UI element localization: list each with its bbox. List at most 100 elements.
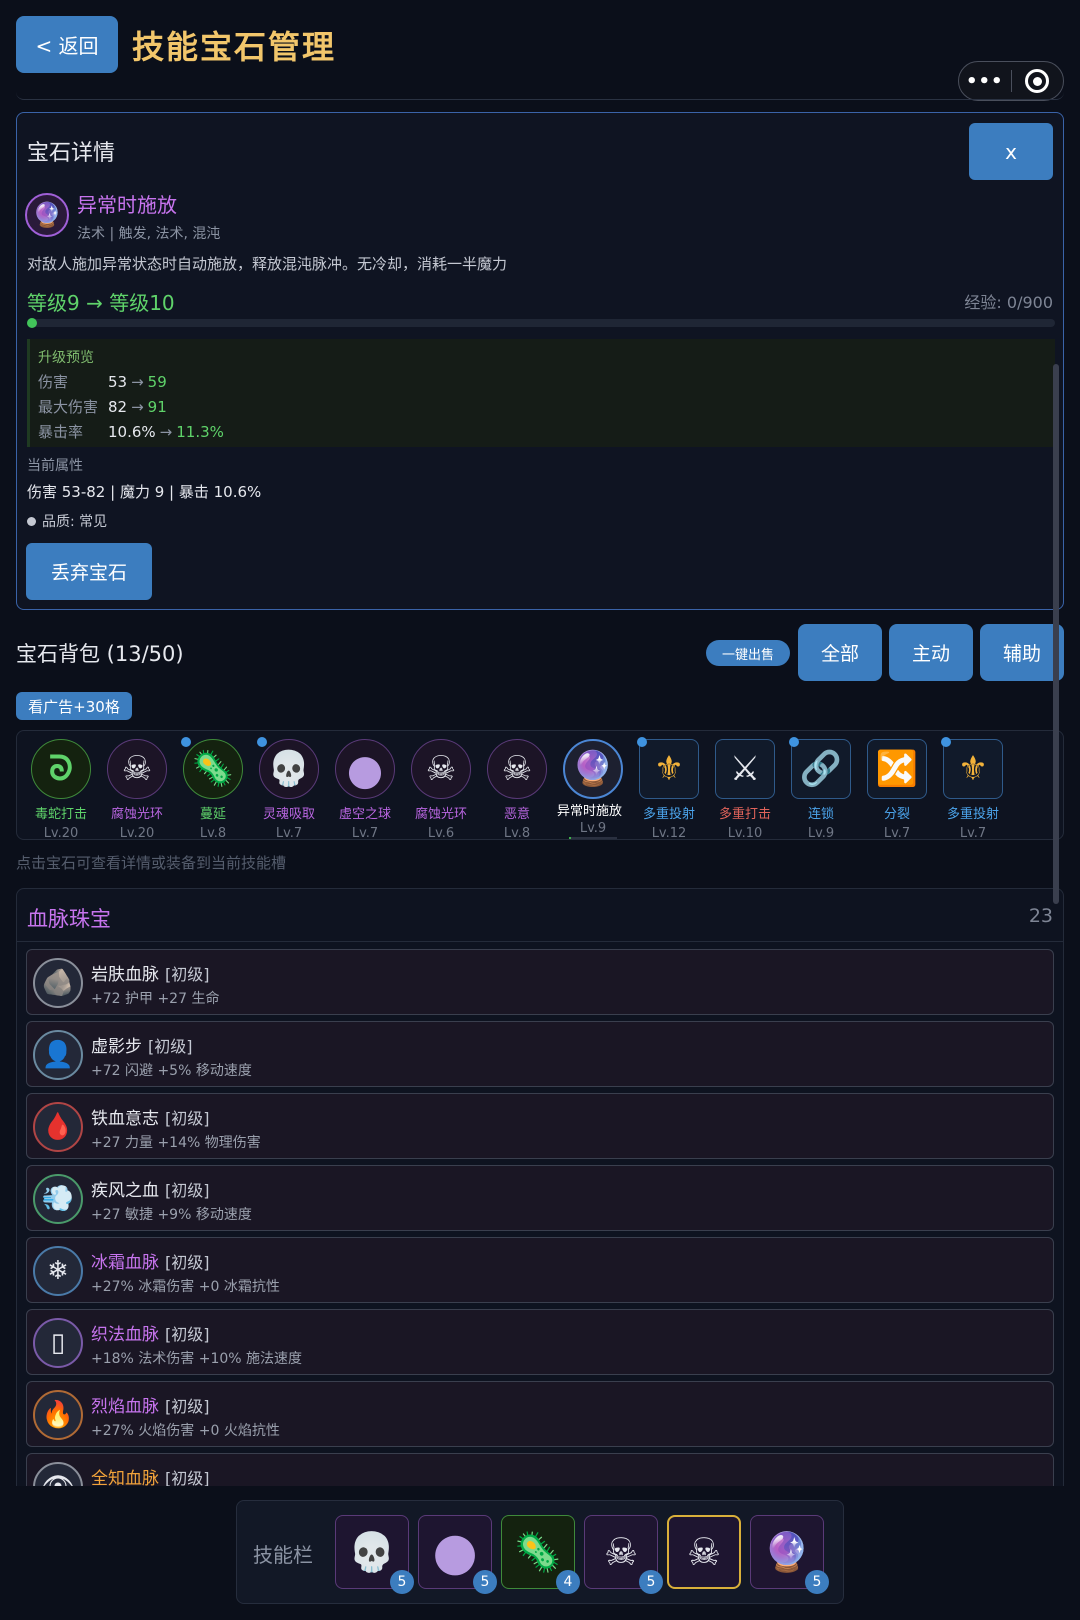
slot-count-badge: 5 [639, 1570, 663, 1594]
preview-row: 最大伤害 82 → 91 [38, 398, 167, 416]
skull-crossbones-icon: ☠ [411, 739, 471, 799]
skull-crossbones-icon: ☠ [487, 739, 547, 799]
bloodline-section: 血脉珠宝 23 🪨 岩肤血脉 [初级] +72 护甲 +27 生命 👤 虚影步 [初级] +7… [16, 888, 1064, 1488]
back-button[interactable]: < 返回 [16, 16, 118, 73]
bag-gem[interactable]: ☠ 腐蚀光环 Lv.6 [409, 739, 473, 839]
purple-orb-icon: ● [432, 1522, 478, 1582]
fleur-icon: ⚜ [943, 739, 1003, 799]
fire-icon: 🔥 [33, 1390, 83, 1440]
quality: 品质: 常见 [27, 511, 107, 531]
skill-slot[interactable]: 🦠 4 [501, 1515, 580, 1594]
bag-gem[interactable]: 🔀 分裂 Lv.7 [865, 739, 929, 839]
bag-title: 宝石背包 (13/50) [16, 642, 184, 666]
gem-bag-grid[interactable]: ᘐ 毒蛇打击 Lv.20 ☠ 腐蚀光环 Lv.20 🦠 蔓延 Lv.8 💀 灵魂吸取 Lv.7 ● 虚空之… [16, 730, 1064, 840]
skill-slot[interactable]: ☠ 5 [584, 1515, 663, 1594]
microbe-icon: 🦠 [183, 739, 243, 799]
preview-title: 升级预览 [38, 350, 94, 366]
gem-level-label: Lv.20 [119, 826, 155, 840]
gem-detail-panel: 宝石详情 x 🔮 异常时施放 法术 | 触发, 法术, 混沌 对敌人施加异常状态… [16, 112, 1064, 610]
bloodline-stats: +18% 法术伤害 +10% 施法速度 [91, 1351, 303, 1367]
bag-gem[interactable]: ⚜ 多重投射 Lv.12 [637, 737, 701, 840]
detail-title: 宝石详情 [27, 141, 116, 166]
gem-level-label: Lv.20 [43, 826, 79, 840]
bag-gem[interactable]: ⚔ 多重打击 Lv.10 [713, 739, 777, 839]
filter-support-button[interactable]: 辅助 [980, 624, 1064, 681]
bag-gem[interactable]: ● 虚空之球 Lv.7 [333, 739, 397, 839]
gem-tags: 法术 | 触发, 法术, 混沌 [77, 226, 221, 242]
skull-crossbones-icon: ☠ [603, 1530, 639, 1574]
close-button[interactable]: x [969, 123, 1053, 180]
skill-bar: 技能栏 💀 5 ● 5 🦠 4 ☠ 5 ☠ 🔮 5 [236, 1500, 844, 1604]
bag-gem[interactable]: 🔗 连锁 Lv.9 [789, 737, 853, 839]
exp-progress-bar [27, 318, 1055, 328]
skull-icon: 💀 [348, 1529, 396, 1574]
snowflake-icon: ❄ [33, 1246, 83, 1296]
bag-gem[interactable]: ☠ 腐蚀光环 Lv.20 [105, 739, 169, 840]
bag-hint: 点击宝石可查看详情或装备到当前技能槽 [16, 854, 287, 872]
filter-all-button[interactable]: 全部 [798, 624, 882, 681]
skill-slot[interactable]: ● 5 [418, 1515, 497, 1594]
gem-level-label: Lv.12 [651, 826, 687, 840]
gem-name-label: 腐蚀光环 [414, 807, 467, 822]
bloodline-name: 全知血脉 [初级] [91, 1469, 210, 1488]
gem-level-label: Lv.7 [275, 826, 303, 840]
gem-name-label: 虚空之球 [338, 807, 391, 822]
bag-gem[interactable]: ☠ 恶意 Lv.8 [485, 739, 549, 839]
skull-crossbones-icon: ☠ [107, 739, 167, 799]
bloodline-item[interactable]: ❄ 冰霜血脉 [初级] +27% 冰霜伤害 +0 冰霜抗性 [26, 1237, 1054, 1303]
gem-name: 异常时施放 [77, 193, 177, 217]
discard-gem-button[interactable]: 丢弃宝石 [26, 543, 152, 600]
🐍: ᘐ [31, 739, 91, 799]
bloodline-stats: +27% 冰霜伤害 +0 冰霜抗性 [91, 1279, 280, 1295]
bloodline-item[interactable]: 💨 疾风之血 [初级] +27 敏捷 +9% 移动速度 [26, 1165, 1054, 1231]
more-menu-icon[interactable]: ••• [959, 71, 1011, 92]
gem-name-label: 灵魂吸取 [262, 807, 315, 822]
skull-icon: 💀 [259, 739, 319, 799]
bloodline-item[interactable]: 🔥 烈焰血脉 [初级] +27% 火焰伤害 +0 火焰抗性 [26, 1381, 1054, 1447]
skill-slot[interactable]: 💀 5 [335, 1515, 414, 1594]
preview-row: 伤害 53 → 59 [38, 373, 167, 391]
gem-name-label: 多重投射 [642, 807, 695, 822]
gem-name-label: 连锁 [807, 807, 834, 822]
current-attrs-title: 当前属性 [27, 458, 83, 474]
gem-level-label: Lv.7 [959, 826, 987, 840]
exp-text: 经验: 0/900 [964, 293, 1053, 312]
skill-slot[interactable]: ☠ [667, 1515, 741, 1589]
bag-gem[interactable]: 🦠 蔓延 Lv.8 [181, 737, 245, 840]
gem-level-label: Lv.9 [579, 821, 607, 836]
exp-progress-fill [27, 318, 37, 328]
bloodline-item[interactable]: 🪨 岩肤血脉 [初级] +72 护甲 +27 生命 [26, 949, 1054, 1015]
bloodline-item[interactable]: 👁 全知血脉 [初级] [26, 1453, 1054, 1488]
sell-all-button[interactable]: 一键出售 [706, 640, 790, 666]
slot-count-badge: 5 [390, 1570, 414, 1594]
bag-gem[interactable]: 💀 灵魂吸取 Lv.7 [257, 737, 321, 840]
crossed-swords-icon: ⚔ [715, 739, 775, 799]
bloodline-stats: +27 力量 +14% 物理伤害 [91, 1135, 261, 1151]
crystal-ball-icon: 🔮 [563, 739, 623, 799]
gem-name-label: 异常时施放 [557, 804, 623, 819]
watch-ad-button[interactable]: 看广告+30格 [16, 692, 132, 720]
scrollbar[interactable] [1053, 364, 1059, 904]
gem-level-label: Lv.8 [199, 826, 227, 840]
gem-name-label: 分裂 [883, 807, 910, 822]
top-divider [16, 90, 1064, 100]
bag-gem[interactable]: ⚜ 多重投射 Lv.7 [941, 737, 1005, 840]
gem-name-label: 毒蛇打击 [34, 807, 87, 822]
gem-name-label: 腐蚀光环 [110, 807, 163, 822]
rock-icon: 🪨 [33, 958, 83, 1008]
gem-name-label: 多重投射 [946, 807, 999, 822]
filter-active-button[interactable]: 主动 [889, 624, 973, 681]
page-title: 技能宝石管理 [132, 28, 337, 66]
bloodline-item[interactable]: ▯ 织法血脉 [初级] +18% 法术伤害 +10% 施法速度 [26, 1309, 1054, 1375]
bloodline-stats: +27 敏捷 +9% 移动速度 [91, 1207, 252, 1223]
bloodline-item[interactable]: 🩸 铁血意志 [初级] +27 力量 +14% 物理伤害 [26, 1093, 1054, 1159]
bloodline-item[interactable]: 👤 虚影步 [初级] +72 闪避 +5% 移动速度 [26, 1021, 1054, 1087]
bloodline-title: 血脉珠宝 [27, 907, 111, 931]
quality-dot-icon [27, 516, 36, 526]
gem-exp-fill [569, 837, 572, 839]
bag-gem[interactable]: 🔮 异常时施放 Lv.9 [557, 739, 625, 839]
bag-gem[interactable]: ᘐ 毒蛇打击 Lv.20 [29, 739, 93, 840]
skill-slot[interactable]: 🔮 5 [750, 1515, 829, 1594]
bloodline-name: 烈焰血脉 [初级] [91, 1397, 210, 1417]
silhouette-icon: 👤 [33, 1030, 83, 1080]
